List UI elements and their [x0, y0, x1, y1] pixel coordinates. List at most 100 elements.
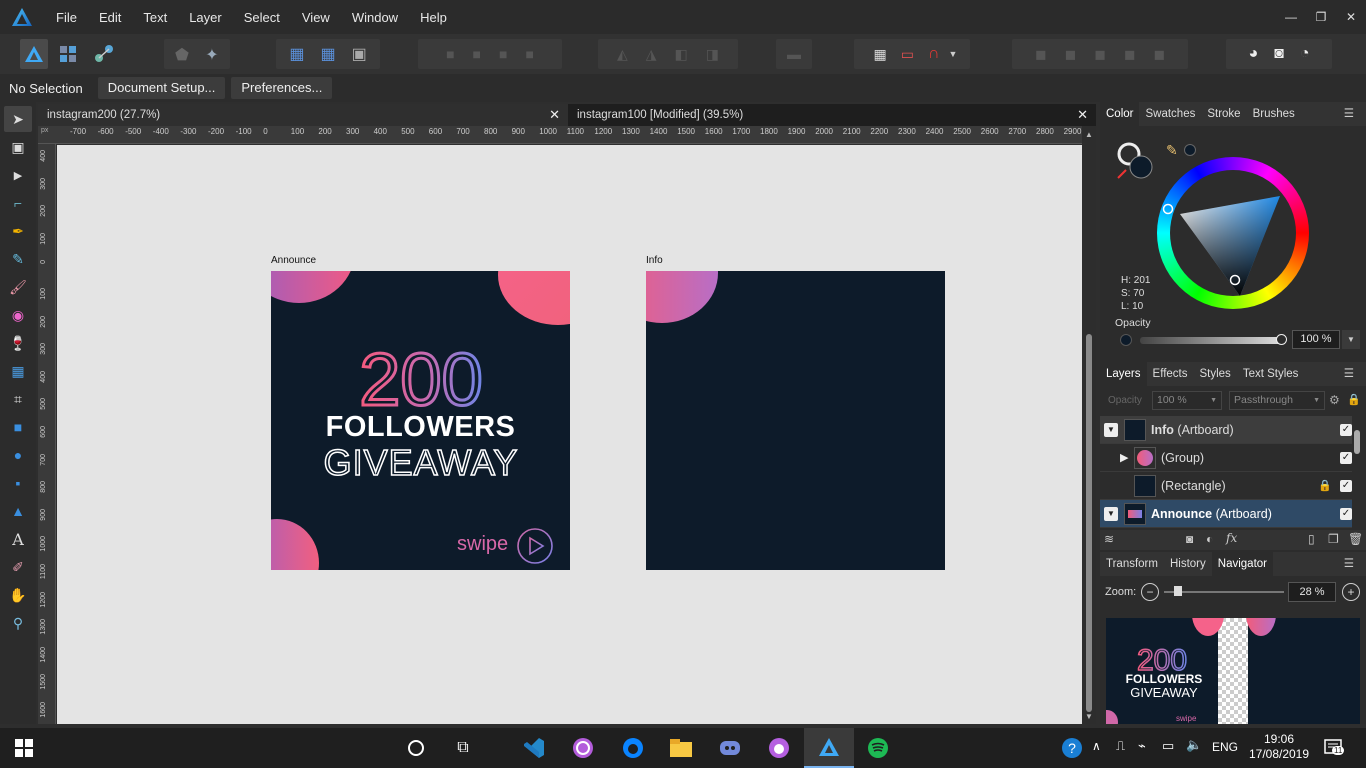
- text-tool-icon[interactable]: A: [8, 529, 28, 549]
- close-icon[interactable]: ✕: [549, 104, 560, 126]
- divide-icon[interactable]: ◼: [1153, 46, 1165, 63]
- layers-stack-icon[interactable]: ≋: [1104, 532, 1114, 546]
- menu-help[interactable]: Help: [409, 10, 458, 25]
- grid-icon[interactable]: ▦: [874, 46, 887, 63]
- color-wheel[interactable]: [1156, 156, 1310, 310]
- tab-stroke[interactable]: Stroke: [1201, 102, 1246, 126]
- arrange-front-icon[interactable]: ■: [525, 46, 533, 62]
- opacity-slider[interactable]: [1140, 337, 1282, 344]
- chevron-down-icon[interactable]: ▼: [1104, 507, 1118, 521]
- pencil-tool-icon[interactable]: ✎: [8, 249, 28, 269]
- notification-center-icon[interactable]: 11: [1324, 738, 1346, 761]
- designer-persona-button[interactable]: [20, 39, 48, 69]
- language-indicator[interactable]: ENG: [1212, 740, 1238, 754]
- restore-button[interactable]: ❐: [1306, 0, 1336, 34]
- zoom-tool-icon[interactable]: ⚲: [8, 613, 28, 633]
- layer-row-announce[interactable]: ▼ Announce (Artboard) ✓: [1100, 500, 1352, 528]
- align-button[interactable]: ▬: [776, 39, 812, 69]
- canvas[interactable]: Announce 200 FOLLOWERS GIVEAWAY swipe In…: [57, 145, 1082, 724]
- panel-menu-icon[interactable]: ☰: [1338, 102, 1360, 126]
- opacity-value-field[interactable]: 100 %: [1292, 330, 1340, 349]
- menu-select[interactable]: Select: [233, 10, 291, 25]
- pixel-persona-button[interactable]: [54, 39, 82, 69]
- artboard-info[interactable]: [646, 271, 945, 570]
- help-circle-icon[interactable]: ?: [1060, 736, 1084, 760]
- clock[interactable]: 19:06 17/08/2019: [1246, 732, 1312, 762]
- triangle-tool-icon[interactable]: ▲: [8, 501, 28, 521]
- tab-layers[interactable]: Layers: [1100, 362, 1147, 386]
- tab-history[interactable]: History: [1164, 552, 1212, 576]
- artboard-tool-icon[interactable]: ▣: [8, 137, 28, 157]
- tab-instagram200[interactable]: instagram200 (27.7%) ✕: [38, 104, 568, 126]
- arrange-back-icon[interactable]: ■: [446, 46, 454, 62]
- visibility-checkbox[interactable]: ✓: [1340, 424, 1352, 436]
- menu-layer[interactable]: Layer: [178, 10, 233, 25]
- chevron-down-icon[interactable]: ▼: [1210, 392, 1217, 409]
- lock-icon[interactable]: 🔒: [1347, 393, 1361, 406]
- panel-menu-icon[interactable]: ☰: [1338, 362, 1360, 386]
- arrange-backward-icon[interactable]: ■: [473, 46, 481, 62]
- arrange-forward-icon[interactable]: ■: [499, 46, 507, 62]
- menu-file[interactable]: File: [45, 10, 88, 25]
- insert-inside-icon[interactable]: ◔: [1300, 45, 1310, 63]
- zoom-slider-handle[interactable]: [1174, 586, 1182, 596]
- menu-window[interactable]: Window: [341, 10, 409, 25]
- panel-menu-icon[interactable]: ☰: [1338, 552, 1360, 576]
- duplicate-layer-icon[interactable]: ❐: [1328, 532, 1339, 546]
- insert-behind-icon[interactable]: ◕: [1248, 45, 1258, 63]
- affinity-designer-logo-icon[interactable]: [11, 6, 33, 28]
- tab-transform[interactable]: Transform: [1100, 552, 1164, 576]
- pen-tool-icon[interactable]: ✒: [8, 221, 28, 241]
- rounded-rectangle-tool-icon[interactable]: ▪: [8, 473, 28, 493]
- opacity-slider-handle[interactable]: [1276, 334, 1287, 345]
- menu-edit[interactable]: Edit: [88, 10, 132, 25]
- discord-icon[interactable]: [718, 736, 742, 760]
- usb-icon[interactable]: ⎍: [1116, 738, 1125, 754]
- zoom-in-icon[interactable]: +: [1342, 583, 1360, 601]
- navigator-preview[interactable]: 200 FOLLOWERS GIVEAWAY swipe: [1106, 618, 1360, 724]
- artboard-announce[interactable]: 200 FOLLOWERS GIVEAWAY swipe: [271, 271, 570, 570]
- scrollbar-thumb[interactable]: [1086, 334, 1092, 712]
- tab-swatches[interactable]: Swatches: [1139, 102, 1201, 126]
- blend-mode-select[interactable]: Passthrough ▼: [1229, 391, 1325, 410]
- chevron-up-icon[interactable]: ∧: [1092, 739, 1101, 753]
- select-grid-icon[interactable]: ▦: [289, 44, 304, 64]
- preferences-button[interactable]: Preferences...: [231, 77, 333, 99]
- layer-row-rectangle[interactable]: (Rectangle) 🔒 ✓: [1100, 472, 1352, 500]
- tab-navigator[interactable]: Navigator: [1211, 552, 1273, 576]
- volume-icon[interactable]: 🔈: [1186, 737, 1202, 753]
- rotate-left-icon[interactable]: ◧: [675, 46, 688, 63]
- chevron-down-icon[interactable]: ▼: [949, 49, 958, 59]
- hand-tool-icon[interactable]: ✋: [8, 585, 28, 605]
- gear-icon[interactable]: ⚙: [1329, 393, 1340, 407]
- snapping-magnet-icon[interactable]: ∩: [928, 45, 940, 63]
- add-icon[interactable]: ◼: [1035, 46, 1047, 63]
- picked-color-swatch[interactable]: [1184, 144, 1196, 156]
- subtract-icon[interactable]: ◼: [1065, 46, 1077, 63]
- battery-icon[interactable]: ▭: [1162, 738, 1174, 754]
- export-persona-button[interactable]: [90, 39, 118, 69]
- zoom-out-icon[interactable]: −: [1141, 583, 1159, 601]
- crop-tool-icon[interactable]: ⌗: [8, 389, 28, 409]
- minimize-button[interactable]: —: [1276, 0, 1306, 34]
- chevron-down-icon[interactable]: ▼: [1342, 330, 1360, 349]
- snap-toggle-icon[interactable]: ▭: [901, 46, 914, 63]
- visibility-checkbox[interactable]: ✓: [1340, 452, 1352, 464]
- podcast-app-icon[interactable]: [571, 736, 595, 760]
- node-tool-icon[interactable]: ▶: [8, 165, 28, 185]
- tab-color[interactable]: Color: [1100, 102, 1140, 126]
- github-desktop-icon[interactable]: [767, 736, 791, 760]
- rotate-right-icon[interactable]: ◨: [706, 46, 719, 63]
- layer-row-group[interactable]: ▶ (Group) ✓: [1100, 444, 1352, 472]
- firefox-icon[interactable]: [621, 736, 645, 760]
- taskbar-active-app[interactable]: [804, 728, 854, 768]
- vscode-icon[interactable]: [522, 736, 546, 760]
- fx-icon[interactable]: fx: [1226, 531, 1237, 545]
- layers-scrollbar[interactable]: [1354, 418, 1362, 528]
- scroll-up-icon[interactable]: ▲: [1085, 130, 1093, 139]
- document-setup-button[interactable]: Document Setup...: [97, 77, 226, 99]
- vertical-scrollbar[interactable]: ▲ ▼: [1082, 126, 1096, 724]
- visibility-checkbox[interactable]: ✓: [1340, 480, 1352, 492]
- artboard-label-announce[interactable]: Announce: [271, 255, 316, 266]
- add-layer-icon[interactable]: ▯: [1308, 532, 1315, 546]
